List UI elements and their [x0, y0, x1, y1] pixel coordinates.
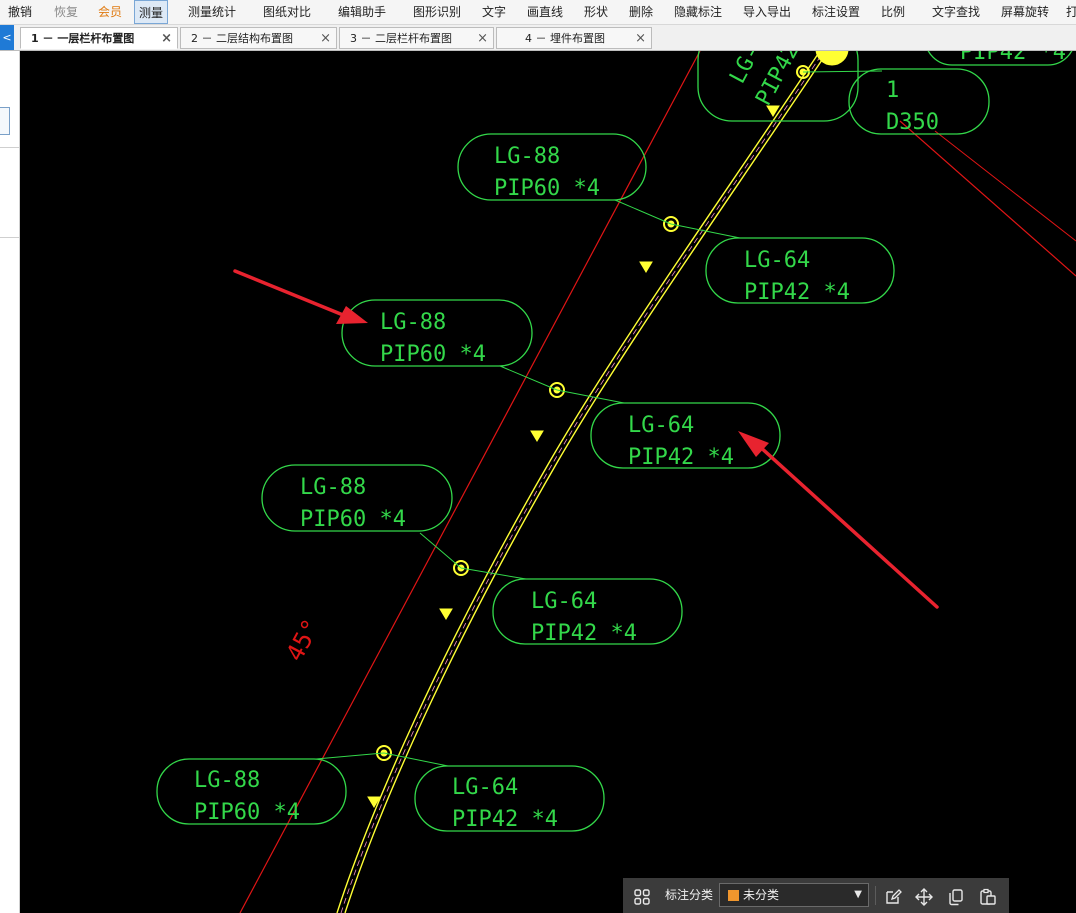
close-icon[interactable]: ×: [320, 28, 331, 50]
tab-label: 3 － 二层栏杆布置图: [350, 32, 452, 45]
panel-divider: [0, 147, 19, 148]
panel-divider: [0, 237, 19, 238]
paste-icon[interactable]: [975, 878, 1001, 913]
category-label: 标注分类: [665, 888, 714, 902]
tab-embedded-parts[interactable]: 4 － 埋件布置图 ×: [496, 27, 652, 49]
menubar: 撤销 恢复 会员 测量 测量统计 图纸对比 编辑助手 图形识别 文字 画直线 形…: [0, 0, 1076, 25]
annotation-arrow: [233, 269, 350, 319]
tag-spec: PIP42 *4: [960, 51, 1066, 65]
grid-icon[interactable]: [629, 878, 655, 913]
tag-spec: PIP60 *4: [494, 176, 600, 201]
collapse-panel-button[interactable]: <: [0, 25, 14, 50]
drop-marker: [439, 608, 453, 620]
menu-draw-line[interactable]: 画直线: [527, 0, 563, 24]
leader-line: [499, 365, 558, 391]
drawing-tabbar: 1 － 一层栏杆布置图 × 2 － 二层结构布置图 × 3 － 二层栏杆布置图 …: [0, 25, 1076, 51]
left-side-panel: [0, 51, 20, 913]
tab-label: 1 － 一层栏杆布置图: [31, 32, 135, 45]
menu-text-search[interactable]: 文字查找: [932, 0, 980, 24]
tag-label: LG-64: [744, 248, 810, 273]
close-icon[interactable]: ×: [635, 28, 646, 50]
menu-drawing-compare[interactable]: 图纸对比: [263, 0, 311, 24]
edit-note-icon[interactable]: [880, 878, 906, 913]
tag-spec: PIP42 *4: [628, 445, 734, 470]
annotation-arrow: [756, 443, 939, 609]
close-icon[interactable]: ×: [477, 28, 488, 50]
angle-label: 45°: [281, 614, 326, 665]
toolbar-divider: [875, 886, 876, 905]
menu-print[interactable]: 打: [1066, 0, 1076, 24]
copy-icon[interactable]: [943, 878, 969, 913]
tab-floor2-structure[interactable]: 2 － 二层结构布置图 ×: [180, 27, 337, 49]
annotation-toolbar: 标注分类 未分类 ▼: [623, 878, 1009, 913]
tag-label: LG-88: [300, 475, 366, 500]
menu-import-export[interactable]: 导入导出: [743, 0, 791, 24]
menu-scale[interactable]: 比例: [881, 0, 905, 24]
tab-label: 4 － 埋件布置图: [525, 32, 605, 45]
category-select[interactable]: 未分类 ▼: [719, 883, 869, 907]
move-icon[interactable]: [911, 878, 937, 913]
close-icon[interactable]: ×: [161, 28, 172, 50]
tag-spec: D350: [886, 110, 939, 135]
tag-spec: PIP60 *4: [380, 342, 486, 367]
menu-edit-assistant[interactable]: 编辑助手: [338, 0, 386, 24]
tab-floor2-railing[interactable]: 3 － 二层栏杆布置图 ×: [339, 27, 494, 49]
leader-line: [383, 752, 449, 767]
menu-shape-recognition[interactable]: 图形识别: [413, 0, 461, 24]
tag-label: LG-64: [531, 589, 597, 614]
menu-delete[interactable]: 删除: [629, 0, 653, 24]
tag-label: LG-88: [494, 144, 560, 169]
tag-spec: PIP60 *4: [300, 507, 406, 532]
drop-marker: [530, 430, 544, 442]
menu-shape[interactable]: 形状: [584, 0, 608, 24]
leader-line: [315, 752, 385, 760]
tag-label: 1: [886, 78, 899, 103]
cad-drawing: 45° LG-88 PIP60 *4 LG-64 PIP42 *4 LG-88 …: [156, 51, 1076, 913]
tag-spec: PIP42 *4: [531, 621, 637, 646]
menu-text[interactable]: 文字: [482, 0, 506, 24]
tag-label: LG-64: [628, 413, 694, 438]
category-selected-value: 未分类: [743, 888, 780, 902]
menu-rotate-screen[interactable]: 屏幕旋转: [1001, 0, 1049, 24]
panel-handle[interactable]: [0, 107, 10, 135]
menu-measure-stats[interactable]: 测量统计: [188, 0, 236, 24]
leader-line: [614, 199, 672, 225]
axis-line: [899, 120, 1076, 277]
menu-measure[interactable]: 测量: [134, 0, 169, 24]
tag-spec: PIP42 *4: [744, 280, 850, 305]
menu-vip[interactable]: 会员: [98, 0, 122, 24]
category-color-swatch: [728, 890, 739, 901]
menu-redo[interactable]: 恢复: [54, 0, 78, 24]
menu-undo[interactable]: 撤销: [8, 0, 32, 24]
menu-hide-annotations[interactable]: 隐藏标注: [674, 0, 722, 24]
menu-annotation-settings[interactable]: 标注设置: [812, 0, 860, 24]
leader-line: [934, 130, 1076, 242]
tag-label: LG-64: [452, 775, 518, 800]
chevron-down-icon: ▼: [854, 889, 862, 900]
tag-label: LG-88: [380, 310, 446, 335]
drawing-canvas[interactable]: 45° LG-88 PIP60 *4 LG-64 PIP42 *4 LG-88 …: [20, 51, 1076, 913]
tab-floor1-railing[interactable]: 1 － 一层栏杆布置图 ×: [20, 27, 178, 49]
tag-spec: PIP60 *4: [194, 800, 300, 825]
tag-spec: PIP42 *4: [452, 807, 558, 832]
tag-label: LG-88: [194, 768, 260, 793]
tab-label: 2 － 二层结构布置图: [191, 32, 293, 45]
drop-marker: [639, 261, 653, 273]
